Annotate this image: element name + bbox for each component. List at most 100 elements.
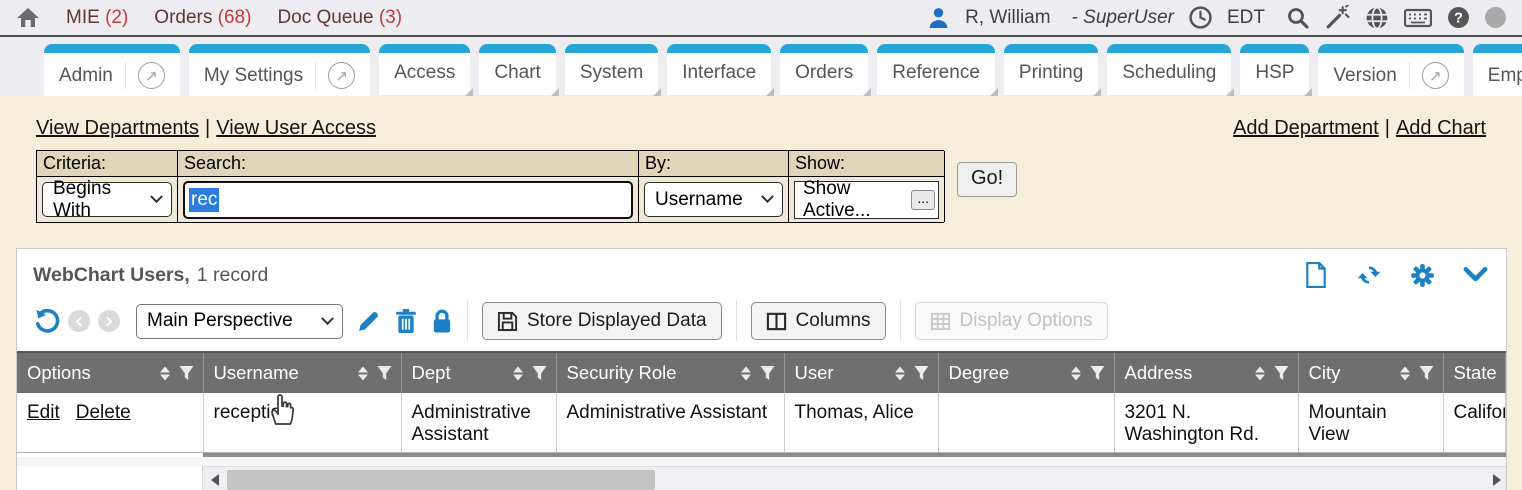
- tab-hsp[interactable]: HSP: [1240, 44, 1309, 95]
- columns-button[interactable]: Columns: [751, 302, 886, 340]
- cell-username[interactable]: reception: [203, 393, 401, 453]
- next-page-button[interactable]: [98, 310, 120, 332]
- column-header-degree[interactable]: Degree: [938, 352, 1114, 393]
- sort-icon[interactable]: [1071, 366, 1081, 380]
- add-chart-link[interactable]: Add Chart: [1396, 117, 1486, 139]
- magic-wand-icon[interactable]: [1325, 5, 1350, 30]
- nav-doc-queue[interactable]: Doc Queue (3): [277, 7, 402, 29]
- sort-icon[interactable]: [895, 366, 905, 380]
- tab-version[interactable]: Version↗: [1318, 44, 1463, 96]
- add-department-link[interactable]: Add Department: [1233, 117, 1379, 139]
- column-label: Address: [1125, 362, 1193, 383]
- filter-icon[interactable]: [914, 366, 929, 381]
- sort-icon[interactable]: [160, 366, 170, 380]
- home-icon[interactable]: [16, 6, 40, 30]
- edit-link[interactable]: Edit: [27, 402, 60, 423]
- lock-perspective-icon[interactable]: [431, 309, 453, 333]
- globe-icon[interactable]: [1365, 6, 1389, 30]
- column-header-address[interactable]: Address: [1114, 352, 1298, 393]
- filter-icon[interactable]: [1090, 366, 1105, 381]
- store-displayed-data-button[interactable]: Store Displayed Data: [482, 302, 722, 340]
- tab-orders[interactable]: Orders: [780, 44, 868, 95]
- column-header-city[interactable]: City: [1298, 352, 1443, 393]
- tab-label: Interface: [682, 62, 756, 84]
- tab-scheduling[interactable]: Scheduling: [1107, 44, 1231, 95]
- tab-interface[interactable]: Interface: [667, 44, 771, 95]
- perspective-select-value: Main Perspective: [147, 310, 293, 332]
- tab-accent-strip: [379, 44, 470, 53]
- show-filter-field[interactable]: Show Active... ...: [794, 181, 939, 219]
- show-more-button[interactable]: ...: [911, 190, 935, 210]
- tab-reference[interactable]: Reference: [877, 44, 995, 95]
- popout-icon[interactable]: ↗: [315, 62, 355, 89]
- undo-icon[interactable]: [33, 308, 60, 335]
- view-user-access-link[interactable]: View User Access: [216, 117, 376, 139]
- column-header-dept[interactable]: Dept: [401, 352, 556, 393]
- filter-icon[interactable]: [532, 366, 547, 381]
- search-input[interactable]: rec: [183, 181, 633, 219]
- edit-perspective-icon[interactable]: [357, 309, 381, 333]
- sort-icon[interactable]: [741, 366, 751, 380]
- top-bar-right: R, William - SuperUser EDT ?: [927, 5, 1506, 30]
- user-search-form: Criteria: Search: By: Show: Begins With …: [36, 150, 1522, 223]
- scroll-left-arrow-icon[interactable]: [211, 474, 219, 486]
- tab-accent-strip: [44, 44, 180, 53]
- tab-accent-strip: [1240, 44, 1309, 53]
- user-name[interactable]: R, William: [965, 7, 1051, 29]
- popout-icon[interactable]: ↗: [1409, 62, 1449, 89]
- column-label: City: [1309, 362, 1341, 383]
- new-document-icon[interactable]: [1304, 262, 1328, 288]
- status-indicator-dot[interactable]: [1485, 7, 1506, 28]
- delete-link[interactable]: Delete: [76, 402, 131, 423]
- nav-mie[interactable]: MIE (2): [66, 7, 128, 29]
- view-departments-link[interactable]: View Departments: [36, 117, 199, 139]
- sort-icon[interactable]: [513, 366, 523, 380]
- sort-icon[interactable]: [358, 366, 368, 380]
- search-label: Search:: [178, 151, 639, 177]
- timezone-label: EDT: [1227, 7, 1265, 29]
- filter-icon[interactable]: [1419, 366, 1434, 381]
- tab-printing[interactable]: Printing: [1004, 44, 1098, 95]
- filter-icon[interactable]: [179, 366, 194, 381]
- criteria-select[interactable]: Begins With: [42, 182, 172, 217]
- scrollbar-thumb[interactable]: [227, 470, 655, 490]
- tab-employer-organizations[interactable]: Employer Organizations↗: [1473, 44, 1522, 96]
- filter-icon[interactable]: [1274, 366, 1289, 381]
- column-header-user[interactable]: User: [784, 352, 938, 393]
- nav-orders[interactable]: Orders (68): [154, 7, 251, 29]
- column-header-username[interactable]: Username: [203, 352, 401, 393]
- tab-admin[interactable]: Admin↗: [44, 44, 180, 96]
- tab-my-settings[interactable]: My Settings↗: [189, 44, 370, 96]
- tab-chart[interactable]: Chart: [479, 44, 555, 95]
- tab-label: Scheduling: [1122, 62, 1216, 84]
- horizontal-scrollbar[interactable]: [203, 466, 1506, 490]
- panel-toolbar: Main Perspective Store Displayed Data: [17, 297, 1506, 351]
- popout-icon[interactable]: ↗: [125, 62, 165, 89]
- delete-perspective-icon[interactable]: [395, 309, 417, 333]
- sort-icon[interactable]: [1400, 366, 1410, 380]
- go-button[interactable]: Go!: [957, 162, 1017, 197]
- tab-access[interactable]: Access: [379, 44, 470, 95]
- scroll-right-arrow-icon[interactable]: [1493, 474, 1501, 486]
- chevron-down-icon: [761, 190, 774, 203]
- column-header-state[interactable]: State: [1443, 352, 1506, 393]
- sort-icon[interactable]: [1255, 366, 1265, 380]
- gear-icon[interactable]: [1410, 263, 1435, 288]
- save-icon: [497, 311, 518, 332]
- perspective-select[interactable]: Main Perspective: [136, 304, 343, 339]
- column-header-security-role[interactable]: Security Role: [556, 352, 784, 393]
- refresh-icon[interactable]: [1356, 262, 1382, 288]
- column-header-options[interactable]: Options: [17, 352, 203, 393]
- search-icon[interactable]: [1286, 6, 1310, 30]
- prev-page-button[interactable]: [68, 310, 90, 332]
- tab-system[interactable]: System: [565, 44, 658, 95]
- keyboard-icon[interactable]: [1404, 7, 1432, 29]
- filter-icon[interactable]: [377, 366, 392, 381]
- clock-icon[interactable]: [1189, 6, 1212, 29]
- collapse-chevron-icon[interactable]: [1463, 266, 1488, 284]
- user-icon[interactable]: [927, 6, 950, 29]
- help-icon[interactable]: ?: [1447, 6, 1470, 29]
- by-select[interactable]: Username: [644, 182, 783, 217]
- filter-icon[interactable]: [760, 366, 775, 381]
- display-options-button[interactable]: Display Options: [915, 302, 1108, 340]
